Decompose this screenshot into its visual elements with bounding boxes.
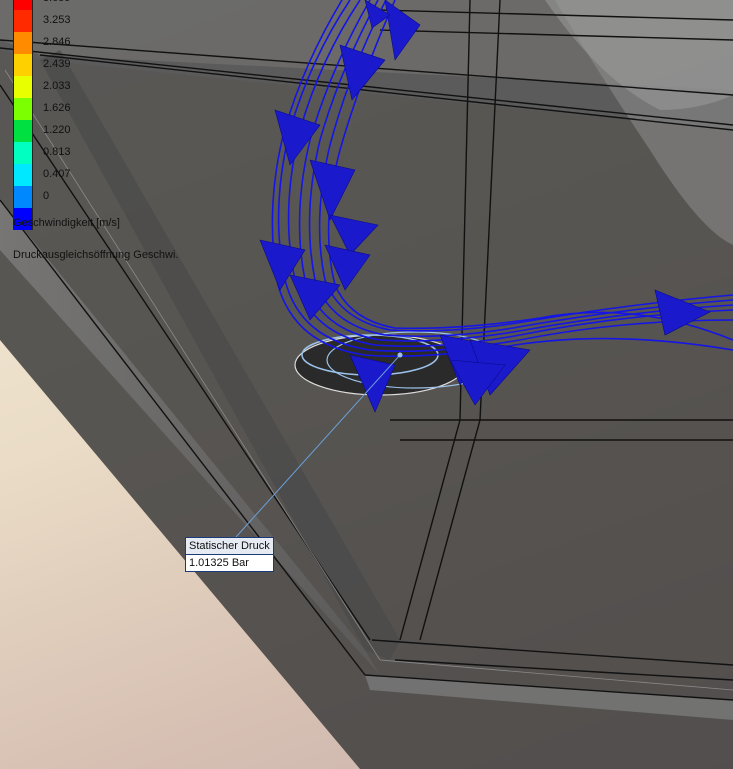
plot-name-label: Druckausgleichsöffnung Geschwi.	[13, 249, 179, 261]
legend-swatch	[13, 54, 33, 76]
legend-swatch	[13, 142, 33, 164]
legend-swatch	[13, 0, 33, 10]
legend-tick: 0.407	[43, 168, 71, 180]
legend-tick: 2.033	[43, 80, 71, 92]
legend-swatch	[13, 32, 33, 54]
legend-tick: 3.253	[43, 14, 71, 26]
legend-quantity-label: Geschwindigkeit [m/s]	[13, 217, 120, 229]
legend-tick: 0.813	[43, 146, 71, 158]
legend-tick: 2.846	[43, 36, 71, 48]
legend-swatch	[13, 98, 33, 120]
color-legend: 3.659 3.253 2.846 2.439 2.033 1.626 1.220 0.813…	[13, 0, 163, 230]
legend-swatch	[13, 76, 33, 98]
legend-swatch	[13, 164, 33, 186]
legend-swatch	[13, 120, 33, 142]
probe-callout[interactable]: Statischer Druck 1.01325 Bar	[185, 537, 274, 572]
legend-tick: 3.659	[43, 0, 71, 4]
probe-value: 1.01325 Bar	[186, 555, 273, 571]
legend-tick: 1.220	[43, 124, 71, 136]
probe-label: Statischer Druck	[186, 538, 273, 555]
legend-tick: 2.439	[43, 58, 71, 70]
legend-swatch	[13, 10, 33, 32]
legend-tick: 0	[43, 190, 50, 202]
legend-swatch	[13, 186, 33, 208]
legend-tick: 1.626	[43, 102, 71, 114]
